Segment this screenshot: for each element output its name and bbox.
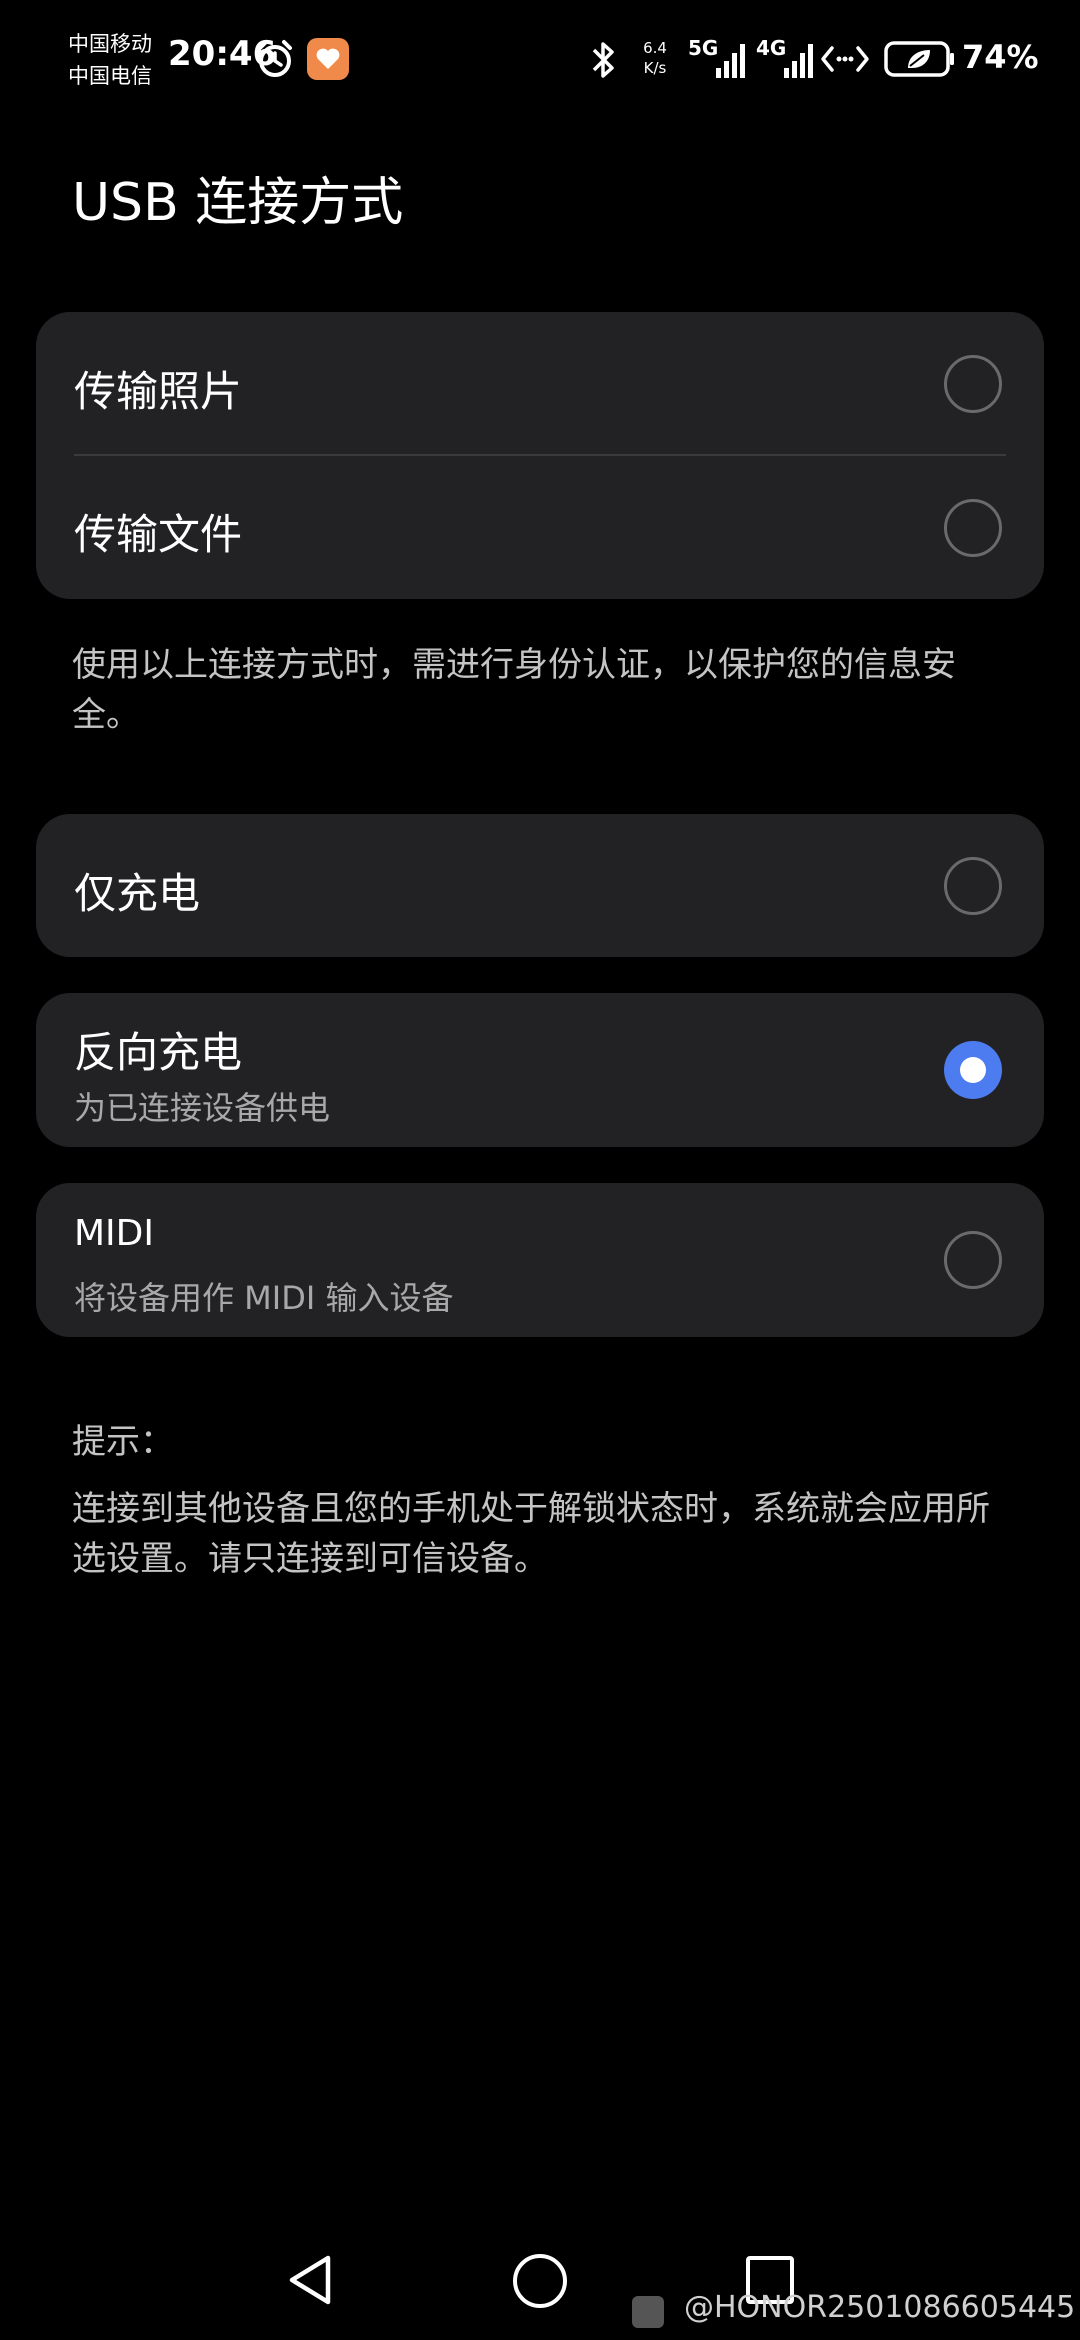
tip-label: 提示： xyxy=(72,1422,174,1462)
radio-button[interactable] xyxy=(944,1231,1002,1289)
app-notification-icon xyxy=(307,38,349,80)
watermark-logo-icon xyxy=(632,2296,664,2328)
radio-button[interactable] xyxy=(944,857,1002,915)
bluetooth-icon xyxy=(592,42,614,78)
status-bar: 中国移动 中国电信 20:46 6.4 K/s 5G 4G 74% xyxy=(0,0,1080,120)
data-transfer-icon xyxy=(821,46,869,72)
battery-saver-icon xyxy=(884,41,954,77)
home-icon[interactable] xyxy=(513,2254,567,2308)
watermark-text: @HONOR2501086605445 xyxy=(684,2290,1076,2325)
option-label: 仅充电 xyxy=(74,869,201,918)
option-transfer-photos[interactable]: 传输照片 xyxy=(36,312,1044,455)
signal-2: 4G xyxy=(756,36,816,82)
carrier-2: 中国电信 xyxy=(68,64,152,88)
network-speed: 6.4 K/s xyxy=(638,38,672,78)
alarm-icon xyxy=(258,40,292,77)
carrier-1: 中国移动 xyxy=(68,32,152,56)
network-speed-unit: K/s xyxy=(643,59,667,77)
signal-icon xyxy=(716,44,745,78)
option-subtitle: 为已连接设备供电 xyxy=(74,1089,331,1127)
authentication-note: 使用以上连接方式时，需进行身份认证，以保护您的信息安全。 xyxy=(72,645,956,735)
tip-text: 连接到其他设备且您的手机处于解锁状态时，系统就会应用所选设置。请只连接到可信设备… xyxy=(72,1489,990,1579)
radio-dot xyxy=(960,1057,986,1083)
page-title: USB 连接方式 xyxy=(72,173,404,233)
carrier-info: 中国移动 中国电信 xyxy=(68,28,152,92)
option-label: 反向充电 xyxy=(74,1028,243,1077)
option-transfer-files[interactable]: 传输文件 xyxy=(36,455,1044,599)
transfer-options-card: 传输照片 传输文件 xyxy=(36,312,1044,599)
radio-button-selected[interactable] xyxy=(944,1041,1002,1099)
option-label: 传输照片 xyxy=(74,367,243,416)
battery-percent: 74% xyxy=(962,38,1039,76)
back-icon[interactable] xyxy=(284,2252,340,2308)
signal-icon xyxy=(784,44,813,78)
option-reverse-charge[interactable]: 反向充电 为已连接设备供电 xyxy=(36,993,1044,1147)
option-midi[interactable]: MIDI 将设备用作 MIDI 输入设备 xyxy=(36,1183,1044,1337)
option-charge-only[interactable]: 仅充电 xyxy=(36,814,1044,957)
radio-button[interactable] xyxy=(944,355,1002,413)
option-subtitle: 将设备用作 MIDI 输入设备 xyxy=(74,1279,454,1317)
radio-button[interactable] xyxy=(944,499,1002,557)
option-label: 传输文件 xyxy=(74,510,243,559)
signal-1: 5G xyxy=(688,36,748,82)
option-label: MIDI xyxy=(74,1213,155,1254)
network-speed-value: 6.4 xyxy=(643,39,667,57)
